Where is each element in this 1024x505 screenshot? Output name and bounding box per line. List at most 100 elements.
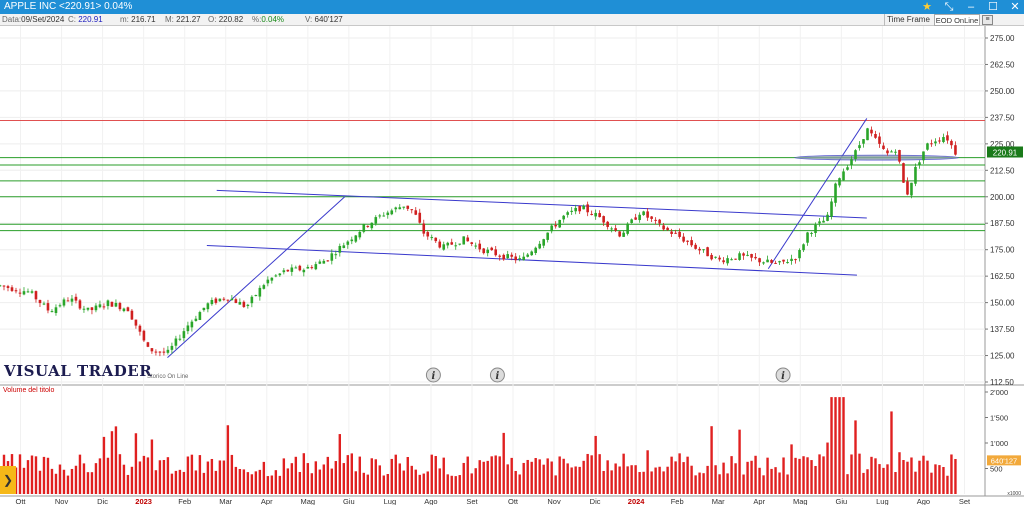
volume-bar: [830, 397, 833, 494]
volume-bar: [314, 461, 318, 494]
volume-bar: [482, 461, 485, 494]
candle-body: [162, 351, 166, 353]
volume-bar: [566, 463, 569, 494]
candle-body: [194, 318, 198, 321]
volume-bar: [238, 468, 242, 494]
volume-bar: [934, 464, 937, 494]
volume-bar: [542, 464, 545, 494]
volume-bar: [534, 458, 537, 494]
candle-body: [206, 303, 210, 310]
volume-bar: [474, 468, 477, 494]
volume-bar: [546, 458, 549, 494]
candle-body: [470, 242, 474, 244]
volume-bar: [98, 458, 102, 494]
x-tick-label: Mag: [301, 497, 316, 505]
volume-bar: [298, 471, 302, 494]
candle-body: [522, 256, 525, 261]
candle-body: [174, 338, 178, 346]
eod-online-selector[interactable]: EOD OnLine: [934, 14, 980, 26]
volume-last-label: 640'127: [991, 456, 1017, 465]
volume-bar: [702, 473, 705, 494]
x-tick-label: Lug: [384, 497, 397, 505]
volume-bar: [526, 459, 529, 494]
volume-bar: [574, 466, 577, 494]
candle-body: [510, 254, 514, 257]
candle-body: [226, 299, 230, 301]
candle-body: [782, 259, 785, 262]
volume-bar: [646, 450, 649, 494]
volume-bar: [166, 457, 170, 494]
x-tick-label: Giu: [343, 497, 355, 505]
candle-body: [90, 307, 94, 311]
candle-body: [558, 219, 561, 228]
menu-icon[interactable]: ≡: [982, 15, 993, 25]
candle-body: [574, 207, 577, 212]
candle-body: [198, 312, 202, 320]
price-chart[interactable]: 275.00262.50250.00237.50225.00212.50200.…: [0, 26, 1024, 505]
volume-bar: [374, 459, 377, 494]
maximize-icon[interactable]: ☐: [986, 0, 1000, 14]
candle-body: [798, 249, 801, 259]
volume-bar: [550, 461, 553, 494]
volume-bar: [618, 466, 621, 494]
candle-body: [554, 224, 557, 227]
volume-panel-label: Volume del titolo: [3, 387, 55, 394]
volume-bar: [910, 457, 913, 494]
candle-body: [834, 183, 837, 203]
star-icon[interactable]: ★: [920, 0, 934, 14]
volume-bar: [410, 465, 413, 494]
volume-bar: [538, 459, 541, 494]
volume-bar: [310, 473, 314, 494]
candle-body: [342, 245, 346, 249]
volume-tick-label: 500: [990, 465, 1003, 474]
close-icon[interactable]: ✕: [1008, 0, 1022, 14]
y-tick-label: 187.50: [990, 219, 1015, 228]
candle-body: [826, 214, 829, 221]
volume-bar: [594, 435, 597, 494]
volume-bar: [862, 472, 865, 494]
candle-body: [22, 291, 26, 295]
volume-bar: [354, 471, 357, 494]
volume-bar: [442, 457, 445, 494]
candle-body: [734, 258, 737, 260]
candle-body: [914, 166, 917, 184]
volume-bar: [50, 468, 54, 494]
volume-bar: [530, 461, 533, 494]
volume-bar: [578, 466, 581, 494]
candle-body: [150, 348, 154, 352]
candle-body: [906, 181, 909, 195]
pin-icon[interactable]: ⤡: [942, 0, 956, 14]
candle-body: [246, 304, 250, 306]
candle-body: [642, 211, 645, 216]
candle-body: [726, 258, 729, 264]
candle-body: [818, 221, 821, 224]
candle-body: [594, 212, 597, 217]
volume-bar: [58, 464, 62, 494]
x-tick-label: Set: [959, 497, 971, 505]
volume-bar: [94, 463, 98, 494]
candle-body: [142, 330, 146, 341]
expand-panel-icon[interactable]: ❯: [0, 466, 16, 494]
candle-body: [298, 265, 302, 271]
candle-body: [46, 303, 50, 311]
candle-body: [238, 301, 242, 305]
volume-info: V: 640'127: [305, 15, 343, 24]
candle-body: [166, 349, 170, 353]
price-panel-bg: [0, 26, 985, 384]
candle-body: [494, 249, 498, 256]
volume-bar: [446, 474, 449, 494]
candle-body: [170, 345, 174, 350]
candle-body: [10, 287, 14, 291]
candle-body: [250, 296, 254, 304]
minimize-icon[interactable]: –: [964, 0, 978, 14]
candle-body: [414, 210, 418, 215]
max-info: M: 221.27: [165, 15, 201, 24]
volume-bar: [750, 460, 753, 494]
volume-bar: [478, 460, 481, 494]
volume-bar: [470, 473, 473, 494]
candle-body: [218, 298, 222, 302]
volume-bar: [174, 470, 178, 494]
volume-bar: [350, 453, 353, 494]
candle-body: [378, 215, 382, 217]
volume-bar: [426, 471, 429, 494]
